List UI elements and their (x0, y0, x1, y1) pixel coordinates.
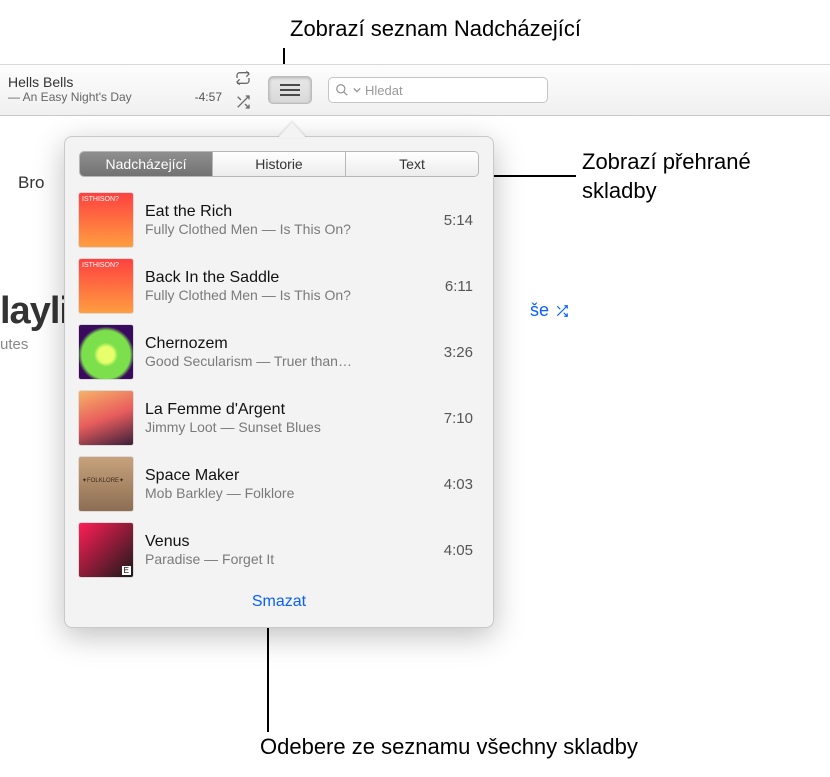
shuffle-icon[interactable] (235, 94, 251, 110)
popover-arrow (278, 122, 306, 138)
toolbar: Hells Bells — An Easy Night's Day -4:57 (0, 64, 830, 116)
callout-clear-all: Odebere ze seznamu všechny skladby (260, 733, 638, 762)
bg-playlist-fragment: layli (0, 290, 69, 333)
repeat-icon[interactable] (235, 70, 251, 86)
up-next-button[interactable] (268, 76, 312, 104)
album-art (79, 523, 133, 577)
track-artist: Jimmy Loot — Sunset Blues (145, 419, 432, 435)
track-duration: 5:14 (444, 212, 473, 229)
album-art (79, 325, 133, 379)
callout-show-history: Zobrazí přehrané skladby (582, 148, 751, 205)
tab-upnext[interactable]: Nadcházející (80, 152, 213, 176)
track-artist: Fully Clothed Men — Is This On? (145, 221, 432, 237)
shuffle-all-label: še (530, 300, 549, 321)
track-info: La Femme d'ArgentJimmy Loot — Sunset Blu… (145, 401, 432, 435)
bg-browse-text: Bro (18, 173, 44, 193)
search-icon (335, 83, 349, 97)
track-duration: 6:11 (445, 278, 473, 295)
track-duration: 4:03 (444, 476, 473, 493)
track-row[interactable]: Eat the RichFully Clothed Men — Is This … (75, 187, 483, 253)
list-icon (280, 82, 300, 98)
track-title: Eat the Rich (145, 203, 432, 221)
track-duration: 7:10 (444, 410, 473, 427)
track-info: Eat the RichFully Clothed Men — Is This … (145, 203, 432, 237)
now-playing-display[interactable]: Hells Bells — An Easy Night's Day -4:57 (0, 70, 230, 110)
track-title: Chernozem (145, 335, 432, 353)
track-row[interactable]: VenusParadise — Forget It 4:05 (75, 517, 483, 583)
track-duration: 3:26 (444, 344, 473, 361)
callout-leader (267, 620, 269, 732)
track-title: Back In the Saddle (145, 269, 433, 287)
up-next-popover: Nadcházející Historie Text Eat the RichF… (64, 136, 494, 628)
callout-text: Zobrazí přehrané (582, 149, 751, 174)
track-duration: 4:05 (444, 542, 473, 559)
album-art (79, 391, 133, 445)
segmented-control: Nadcházející Historie Text (79, 151, 479, 177)
track-artist: Mob Barkley — Folklore (145, 485, 432, 501)
album-art (79, 193, 133, 247)
now-playing-remaining: -4:57 (195, 90, 222, 104)
track-list: Eat the RichFully Clothed Men — Is This … (75, 187, 483, 583)
track-info: ChernozemGood Secularism — Truer than… (145, 335, 432, 369)
track-row[interactable]: ChernozemGood Secularism — Truer than… 3:… (75, 319, 483, 385)
callout-show-upnext: Zobrazí seznam Nadcházející (290, 15, 581, 44)
callout-text: skladby (582, 178, 657, 203)
track-artist: Good Secularism — Truer than… (145, 353, 432, 369)
track-artist: Fully Clothed Men — Is This On? (145, 287, 433, 303)
track-info: Space MakerMob Barkley — Folklore (145, 467, 432, 501)
track-title: Venus (145, 533, 432, 551)
chevron-down-icon (353, 86, 361, 94)
now-playing-title: Hells Bells (8, 74, 222, 90)
album-art (79, 259, 133, 313)
track-artist: Paradise — Forget It (145, 551, 432, 567)
track-info: Back In the SaddleFully Clothed Men — Is… (145, 269, 433, 303)
now-playing-subtitle: — An Easy Night's Day (8, 90, 132, 104)
track-title: Space Maker (145, 467, 432, 485)
track-row[interactable]: Back In the SaddleFully Clothed Men — Is… (75, 253, 483, 319)
shuffle-all-link[interactable]: še (530, 300, 571, 321)
playback-mode-icons (230, 70, 256, 110)
tab-lyrics[interactable]: Text (346, 152, 478, 176)
shuffle-icon (553, 304, 571, 318)
track-title: La Femme d'Argent (145, 401, 432, 419)
track-row[interactable]: Space MakerMob Barkley — Folklore 4:03 (75, 451, 483, 517)
track-row[interactable]: La Femme d'ArgentJimmy Loot — Sunset Blu… (75, 385, 483, 451)
search-field[interactable] (328, 77, 548, 103)
bg-duration-fragment: utes (0, 336, 28, 353)
search-input[interactable] (365, 83, 541, 98)
track-info: VenusParadise — Forget It (145, 533, 432, 567)
album-art (79, 457, 133, 511)
clear-button[interactable]: Smazat (65, 593, 493, 611)
tab-history[interactable]: Historie (213, 152, 346, 176)
